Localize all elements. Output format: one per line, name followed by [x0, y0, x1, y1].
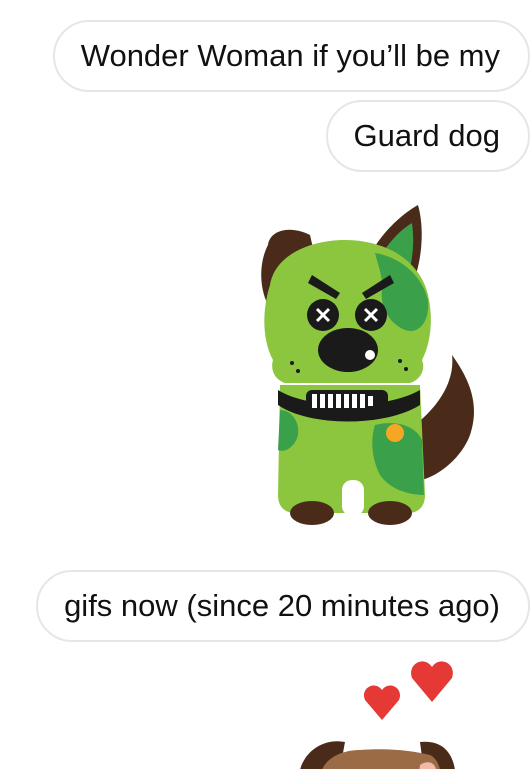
message-text: Wonder Woman if you’ll be my	[80, 38, 500, 73]
message-text: Guard dog	[353, 118, 501, 153]
chat-thread: Wonder Woman if you’ll be my Guard dog g…	[0, 0, 532, 769]
message-bubble[interactable]: Guard dog	[325, 100, 530, 172]
message-text: gifs now (since 20 minutes ago)	[64, 588, 500, 623]
message-bubble[interactable]: Wonder Woman if you’ll be my	[52, 20, 530, 92]
dog-with-hearts-icon	[300, 661, 455, 769]
angry-green-dog-icon	[261, 205, 474, 525]
dog-with-hearts-sticker[interactable]	[290, 630, 490, 769]
angry-green-dog-sticker[interactable]	[240, 195, 490, 525]
